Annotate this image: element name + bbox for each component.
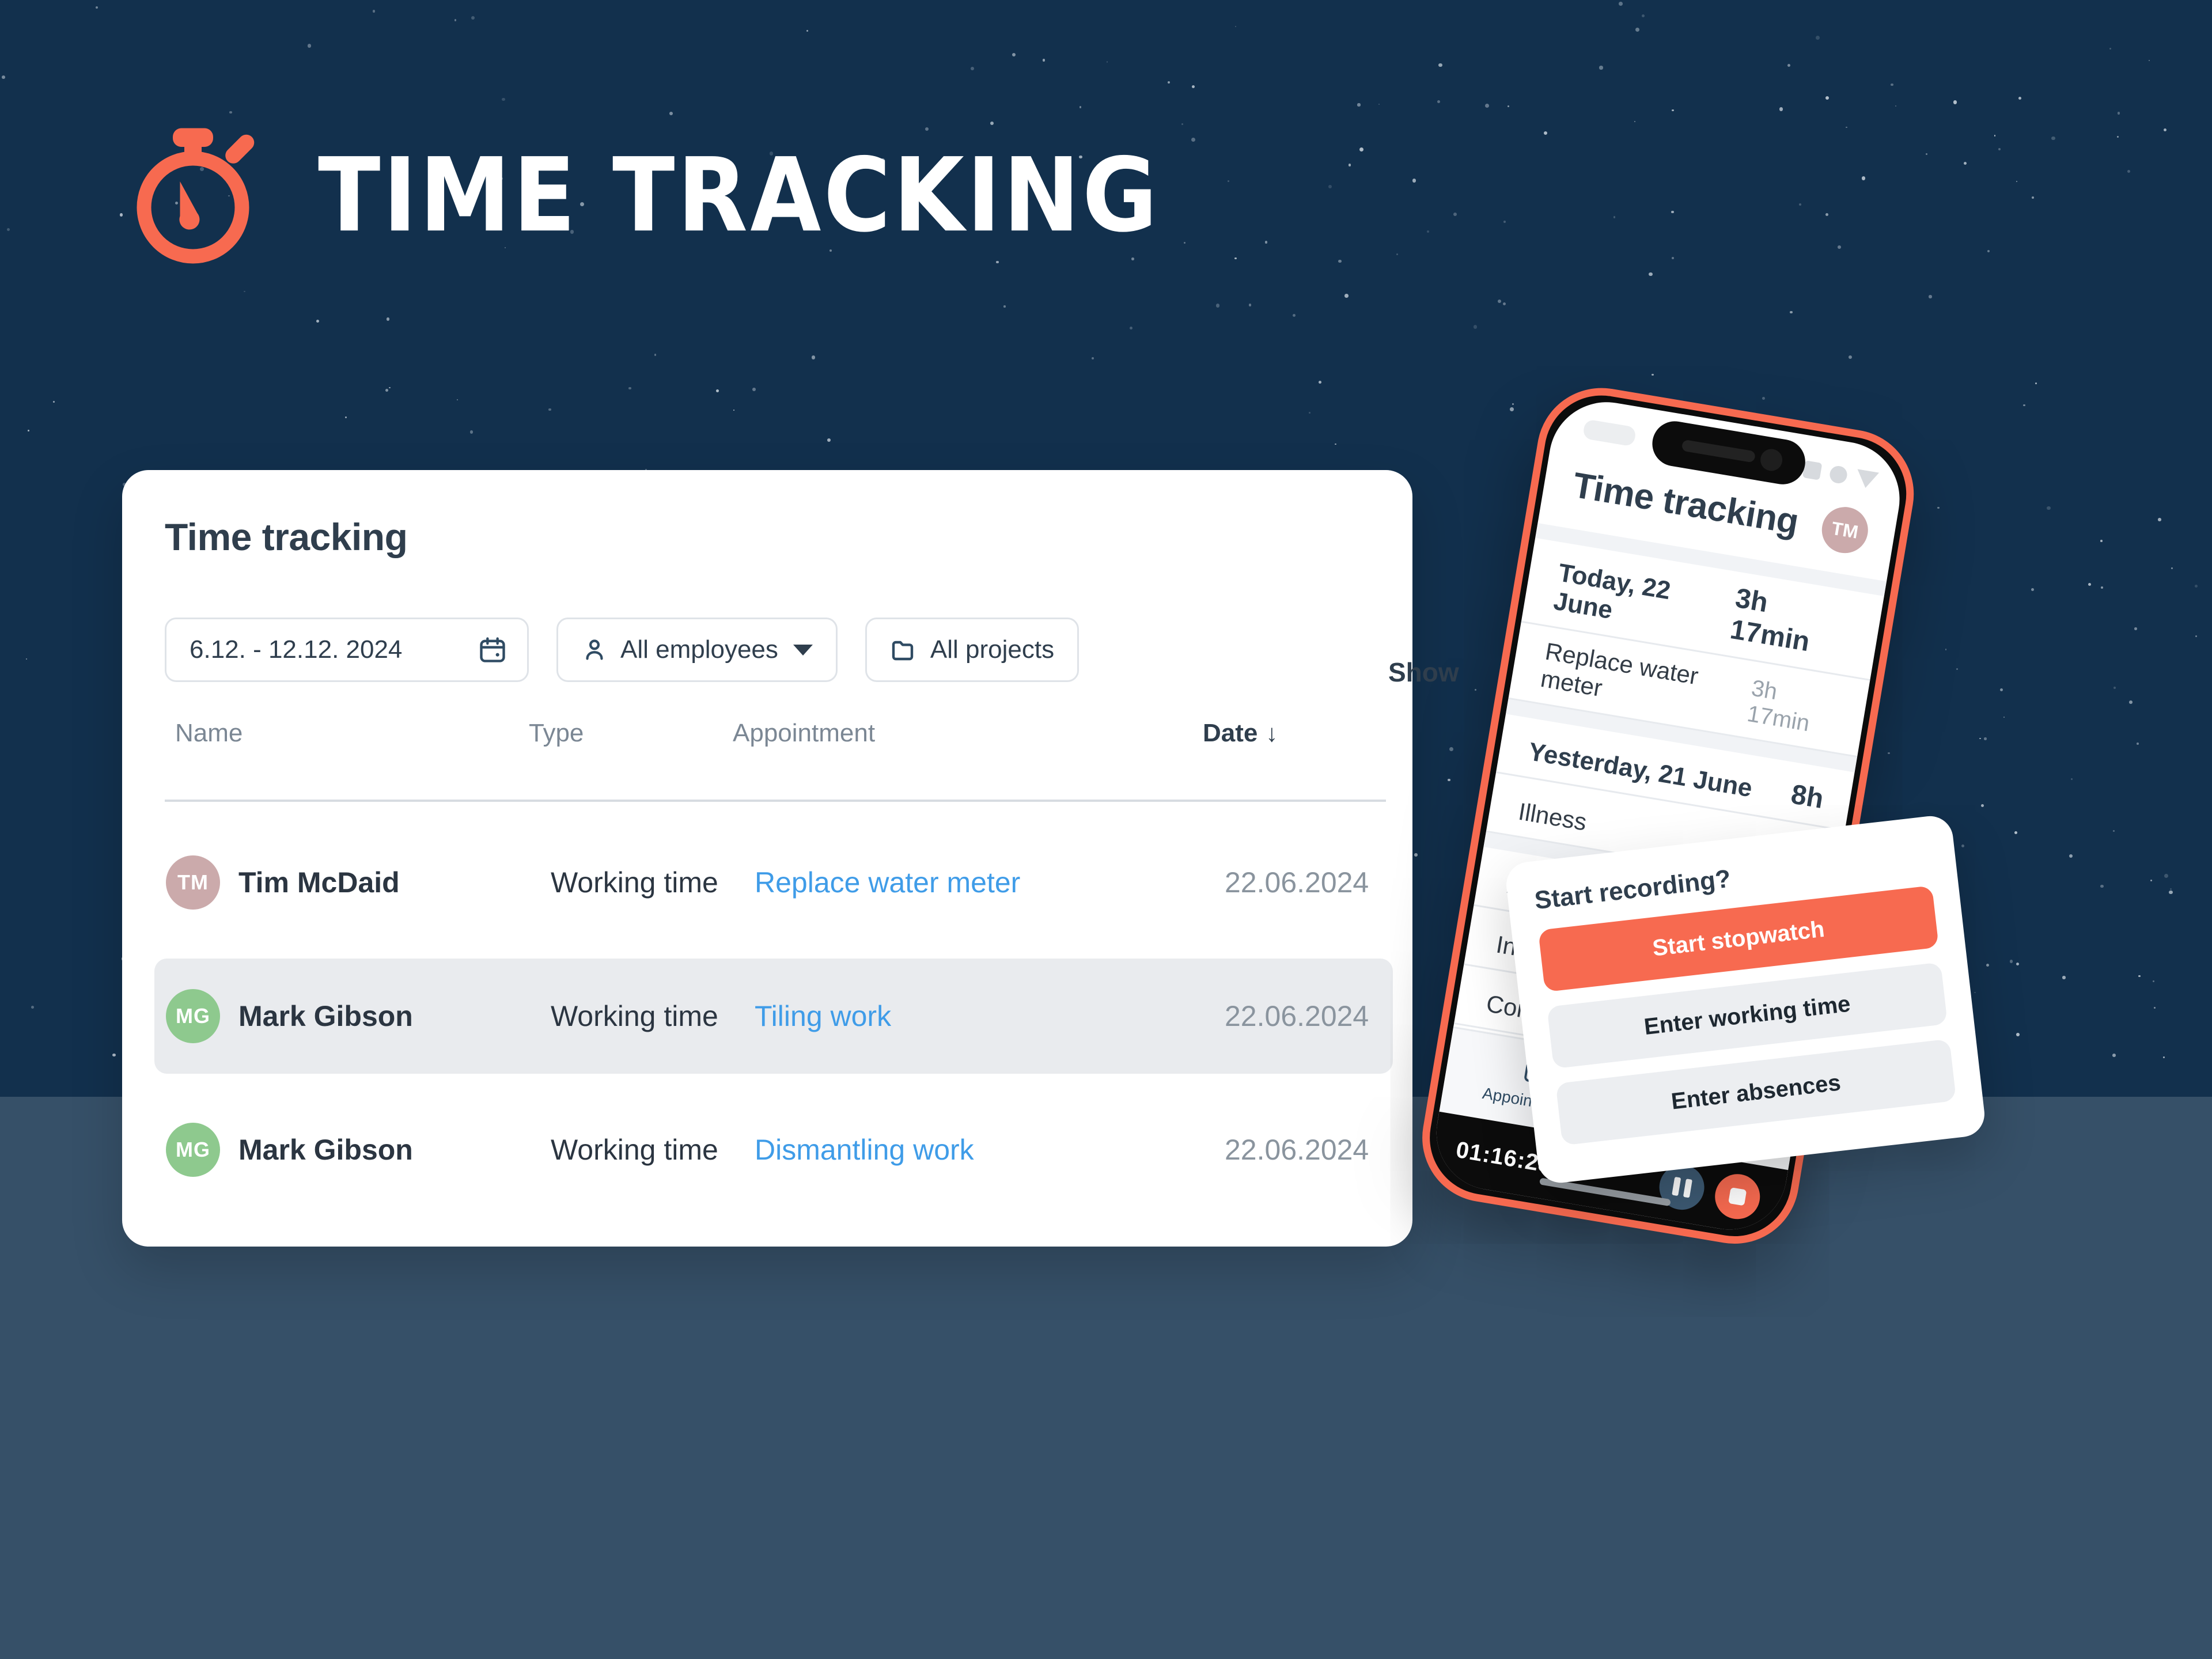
- projects-filter-label: All projects: [930, 635, 1055, 664]
- stopwatch-icon: [121, 124, 265, 268]
- phone-avatar[interactable]: TM: [1818, 503, 1872, 557]
- circle-icon: [1828, 464, 1849, 485]
- row-appointment[interactable]: Dismantling work: [755, 1133, 974, 1166]
- card-title: Time tracking: [165, 516, 408, 558]
- poster-canvas: TIME TRACKING Time tracking 6.12. - 12.1…: [0, 0, 2212, 1659]
- date-range-value: 6.12. - 12.12. 2024: [190, 635, 403, 664]
- page-title: TIME TRACKING: [318, 137, 1160, 255]
- row-appointment[interactable]: Replace water meter: [755, 866, 1020, 899]
- table-row[interactable]: TM Tim McDaid Working time Replace water…: [154, 825, 1393, 940]
- employees-filter[interactable]: All employees: [556, 618, 838, 682]
- day-total: 8h: [1789, 779, 1826, 815]
- column-header-appointment[interactable]: Appointment: [733, 719, 875, 748]
- calendar-icon: [478, 635, 507, 665]
- row-name: Tim McDaid: [238, 866, 400, 899]
- row-type: Working time: [551, 866, 718, 899]
- column-header-type[interactable]: Type: [529, 719, 584, 748]
- poster-header: TIME TRACKING: [121, 124, 1157, 268]
- folder-icon: [890, 636, 918, 664]
- table-header: Name Type Appointment Date↓ Period: [165, 719, 1374, 774]
- person-icon: [581, 637, 608, 663]
- date-range-filter[interactable]: 6.12. - 12.12. 2024: [165, 618, 529, 682]
- row-type: Working time: [551, 1000, 718, 1032]
- avatar: MG: [166, 1123, 220, 1177]
- row-appointment[interactable]: Tiling work: [755, 999, 891, 1033]
- entry-label: Illness: [1516, 797, 1589, 836]
- avatar: TM: [166, 855, 220, 910]
- entry-value: 3h 17min: [1745, 675, 1812, 737]
- avatar: MG: [166, 989, 220, 1043]
- table-divider: [165, 800, 1386, 802]
- dynamic-island: [1649, 418, 1809, 488]
- stop-icon[interactable]: [1711, 1171, 1764, 1223]
- status-bar-icons: [1802, 460, 1880, 490]
- speaker-icon: [1681, 439, 1756, 463]
- triangle-down-icon: [1854, 469, 1880, 490]
- row-date: 22.06.2024: [1225, 866, 1369, 899]
- timer-controls: [1656, 1161, 1764, 1223]
- time-tracking-card: Time tracking 6.12. - 12.12. 2024 All em…: [122, 470, 1412, 1247]
- start-recording-dialog: Start recording? Start stopwatch Enter w…: [1503, 813, 1987, 1185]
- day-total: 3h 17min: [1728, 582, 1812, 658]
- battery-icon: [1802, 460, 1823, 480]
- table-row[interactable]: MG Mark Gibson Working time Dismantling …: [154, 1092, 1393, 1207]
- projects-filter[interactable]: All projects: [865, 618, 1080, 682]
- employees-filter-label: All employees: [620, 635, 778, 664]
- row-type: Working time: [551, 1134, 718, 1166]
- status-bar-time: [1582, 419, 1637, 447]
- row-name: Mark Gibson: [238, 1134, 413, 1166]
- table-row[interactable]: MG Mark Gibson Working time Tiling work …: [154, 959, 1393, 1074]
- row-date: 22.06.2024: [1225, 1000, 1369, 1032]
- filter-bar: 6.12. - 12.12. 2024 All employees All pr…: [165, 618, 1080, 682]
- sort-arrow-icon: ↓: [1266, 719, 1278, 747]
- camera-icon: [1759, 447, 1784, 473]
- row-name: Mark Gibson: [238, 1000, 413, 1032]
- show-filter-label[interactable]: Show: [1388, 657, 1459, 688]
- column-header-name[interactable]: Name: [175, 719, 243, 748]
- column-header-date[interactable]: Date ↓: [1203, 719, 1278, 748]
- chevron-down-icon: [793, 644, 813, 656]
